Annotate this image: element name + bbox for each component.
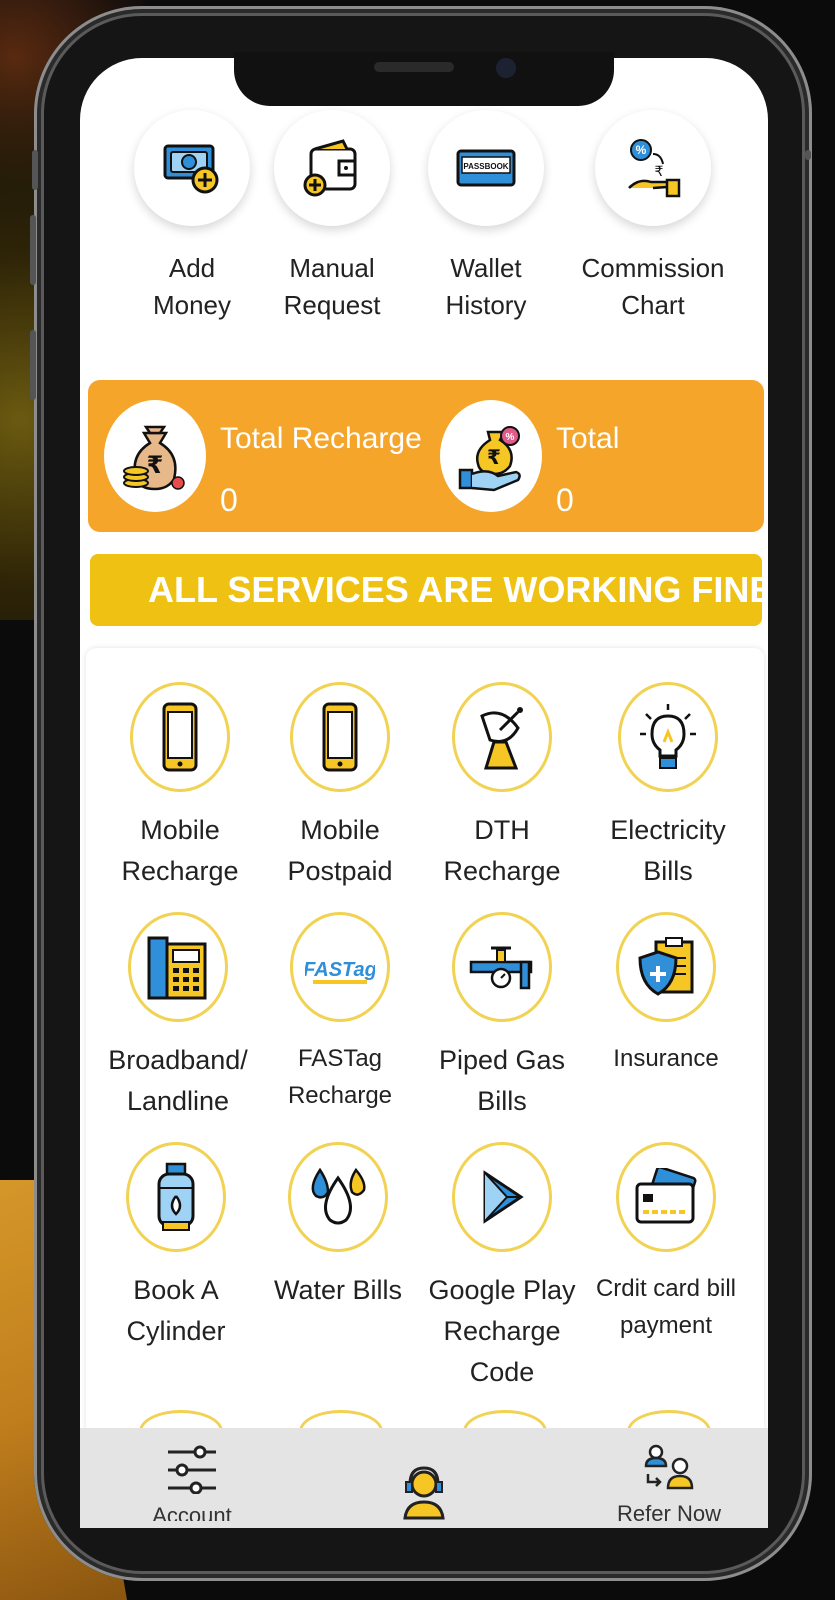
service-label: Mobile Recharge [121, 815, 239, 886]
service-mobile-postpaid[interactable]: Mobile Postpaid [260, 682, 420, 892]
notch-camera [496, 58, 516, 78]
refer-users-icon [644, 1444, 694, 1490]
quick-action-label: Add Money [152, 253, 232, 320]
service-label: Broadband/Landline [108, 1045, 248, 1116]
svg-text:₹: ₹ [655, 164, 664, 180]
service-insurance[interactable]: Insurance [586, 912, 746, 1077]
nav-refer[interactable]: Refer Now [608, 1444, 730, 1523]
fastag-icon: FASTag [290, 912, 390, 1022]
service-status-banner: ALL SERVICES ARE WORKING FINE.! [90, 554, 762, 626]
service-label: DTH Recharge [443, 815, 561, 886]
svg-text:₹: ₹ [487, 445, 501, 469]
service-mobile-recharge[interactable]: Mobile Recharge [100, 682, 260, 892]
total-title: Total [556, 422, 620, 455]
phone-volume-up-button [30, 215, 36, 285]
phone-side-button [32, 150, 38, 190]
service-label: Water Bills [273, 1275, 402, 1305]
service-book-cylinder[interactable]: Book A Cylinder [96, 1142, 256, 1352]
satellite-dish-icon [452, 682, 552, 792]
phone-notch [234, 52, 614, 106]
bottom-nav: Account Refer Now [80, 1428, 768, 1528]
notch-speaker [374, 62, 454, 72]
phone-volume-down-button [30, 330, 36, 400]
money-bag-icon: ₹ [104, 400, 206, 512]
service-label: Google Play Recharge Code [428, 1275, 576, 1387]
service-label: FASTag Recharge [287, 1045, 393, 1109]
svg-text:%: % [506, 432, 515, 443]
credit-card-icon [616, 1142, 716, 1252]
bulb-icon [618, 682, 718, 792]
quick-action-commission-chart[interactable]: % ₹ Commission Chart [580, 110, 726, 324]
service-google-play-recharge[interactable]: Google Play Recharge Code [422, 1142, 582, 1393]
gas-pipe-icon [452, 912, 552, 1022]
service-credit-card-bill[interactable]: Crdit card bill payment [586, 1142, 746, 1344]
play-store-icon [452, 1142, 552, 1252]
insurance-shield-icon [616, 912, 716, 1022]
svg-text:₹: ₹ [147, 451, 164, 479]
passbook-icon: PASSBOOK [428, 110, 544, 226]
total-recharge-value: 0 [220, 482, 238, 518]
mobile-icon [130, 682, 230, 792]
svg-text:%: % [636, 143, 647, 157]
mobile-icon [290, 682, 390, 792]
commission-hand-icon: % ₹ [595, 110, 711, 226]
quick-action-label: Commission Chart [581, 253, 725, 320]
service-label: Mobile Postpaid [287, 815, 393, 886]
wallet-icon [274, 110, 390, 226]
nav-refer-label: Refer Now [617, 1501, 721, 1523]
landline-phone-icon [128, 912, 228, 1022]
support-agent-icon [403, 1466, 445, 1520]
quick-action-manual-request[interactable]: Manual Request [262, 110, 402, 324]
water-drops-icon [288, 1142, 388, 1252]
quick-action-label: Wallet History [445, 253, 527, 320]
nav-account[interactable]: Account [140, 1444, 244, 1521]
service-dth-recharge[interactable]: DTH Recharge [422, 682, 582, 892]
svg-text:PASSBOOK: PASSBOOK [463, 162, 508, 171]
phone-power-button [805, 150, 811, 160]
service-label: Crdit card bill payment [595, 1275, 737, 1339]
total-recharge-title: Total Recharge [220, 422, 422, 455]
svg-text:FASTag: FASTag [305, 959, 375, 981]
quick-action-label: Manual Request [283, 253, 381, 320]
gas-cylinder-icon [126, 1142, 226, 1252]
hand-money-icon: ₹ % [440, 400, 542, 512]
service-piped-gas-bills[interactable]: Piped Gas Bills [422, 912, 582, 1122]
summary-bar: ₹ Total Recharge 0 ₹ % Total 0 [88, 380, 764, 532]
service-fastag-recharge[interactable]: FASTag FASTag Recharge [260, 912, 420, 1114]
sliders-icon [168, 1445, 216, 1495]
service-label: Piped Gas Bills [438, 1045, 566, 1116]
service-broadband-landline[interactable]: Broadband/Landline [98, 912, 258, 1122]
service-label: Insurance [613, 1045, 719, 1072]
service-label: Book A Cylinder [126, 1275, 226, 1346]
quick-action-wallet-history[interactable]: PASSBOOK Wallet History [416, 110, 556, 324]
service-water-bills[interactable]: Water Bills [258, 1142, 418, 1311]
service-label: Electricity Bills [610, 815, 726, 886]
quick-action-add-money[interactable]: Add Money [122, 110, 262, 324]
nav-support[interactable] [400, 1464, 448, 1525]
total-value: 0 [556, 482, 574, 518]
service-electricity-bills[interactable]: Electricity Bills [588, 682, 748, 892]
nav-account-label: Account [152, 1503, 232, 1521]
add-money-icon [134, 110, 250, 226]
